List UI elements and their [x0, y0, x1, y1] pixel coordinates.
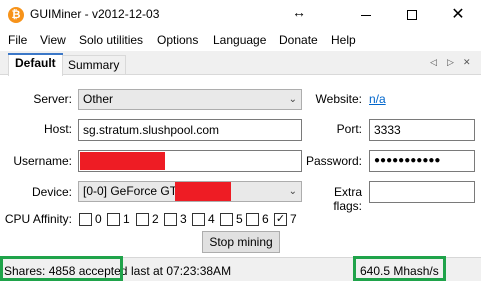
tab-default[interactable]: Default	[8, 53, 63, 76]
cpu-3-label: 3	[180, 212, 187, 226]
miner-settings-panel: Server: Other ⌄ Website: n/a Host: sg.st…	[0, 74, 481, 256]
port-field[interactable]: 3333	[369, 119, 475, 141]
cpu-6-checkbox[interactable]	[246, 213, 259, 226]
cpu-5-checkbox[interactable]	[220, 213, 233, 226]
menu-options[interactable]: Options	[157, 33, 198, 47]
close-button[interactable]: ✕	[435, 0, 481, 30]
server-label: Server:	[33, 92, 72, 106]
tab-next-icon[interactable]: ▷	[447, 57, 454, 68]
device-redaction	[175, 182, 231, 201]
chevron-down-icon: ⌄	[288, 186, 297, 197]
shares-highlight	[0, 256, 123, 281]
chevron-down-icon: ⌄	[288, 94, 297, 105]
menu-bar: File View Solo utilities Options Languag…	[0, 30, 481, 50]
menu-language[interactable]: Language	[213, 33, 266, 47]
last-share-time: last at 07:23:38AM	[131, 264, 232, 278]
cpu-5-label: 5	[236, 212, 243, 226]
extra-flags-label: Extra flags:	[333, 185, 362, 213]
menu-help[interactable]: Help	[331, 33, 356, 47]
maximize-button[interactable]	[389, 0, 435, 30]
server-select[interactable]: Other ⌄	[78, 89, 302, 110]
cpu-7-label: 7	[290, 212, 297, 226]
cpu-2-label: 2	[152, 212, 159, 226]
username-label: Username:	[13, 154, 72, 168]
password-label: Password:	[305, 154, 362, 168]
stop-mining-button[interactable]: Stop mining	[202, 231, 280, 253]
cpu-3-checkbox[interactable]	[164, 213, 177, 226]
cpu-0-checkbox[interactable]	[79, 213, 92, 226]
device-value: [0-0] GeForce GTX	[83, 184, 186, 198]
website-link[interactable]: n/a	[369, 92, 386, 106]
check-icon: ✓	[275, 213, 286, 225]
host-label: Host:	[43, 122, 72, 136]
resize-cursor-icon: ↔	[292, 4, 306, 20]
tab-prev-icon[interactable]: ◁	[430, 57, 437, 68]
host-field[interactable]: sg.stratum.slushpool.com	[78, 119, 302, 141]
minimize-icon	[361, 14, 371, 16]
minimize-button[interactable]	[343, 0, 389, 30]
server-value: Other	[83, 92, 114, 106]
menu-donate[interactable]: Donate	[279, 33, 318, 47]
cpu-1-label: 1	[123, 212, 130, 226]
cpu-6-label: 6	[262, 212, 269, 226]
username-redaction	[80, 152, 165, 170]
window-title: GUIMiner - v2012-12-03	[30, 7, 160, 21]
cpu-4-label: 4	[208, 212, 215, 226]
port-label: Port:	[336, 122, 362, 136]
tab-bar: Default Summary ◁ ▷ ✕	[0, 51, 481, 76]
tab-summary[interactable]: Summary	[61, 55, 127, 75]
website-label: Website:	[315, 92, 362, 106]
title-bar: ₿ GUIMiner - v2012-12-03 ↔ ✕	[0, 0, 481, 30]
cpu-1-checkbox[interactable]	[107, 213, 120, 226]
password-field[interactable]: ●●●●●●●●●●●	[369, 150, 475, 172]
menu-view[interactable]: View	[40, 33, 66, 47]
maximize-icon	[407, 10, 417, 20]
menu-file[interactable]: File	[8, 33, 27, 47]
cpu-affinity-label: CPU Affinity:	[4, 212, 72, 226]
cpu-7-checkbox[interactable]: ✓	[274, 213, 287, 226]
device-label: Device:	[31, 185, 72, 199]
cpu-2-checkbox[interactable]	[136, 213, 149, 226]
close-icon: ✕	[451, 6, 465, 23]
tab-close-icon[interactable]: ✕	[463, 57, 471, 68]
extra-flags-field[interactable]	[369, 181, 475, 203]
bitcoin-icon: ₿	[8, 7, 24, 23]
menu-solo-utilities[interactable]: Solo utilities	[79, 33, 143, 47]
hashrate-highlight	[353, 256, 446, 281]
cpu-0-label: 0	[95, 212, 102, 226]
cpu-4-checkbox[interactable]	[192, 213, 205, 226]
